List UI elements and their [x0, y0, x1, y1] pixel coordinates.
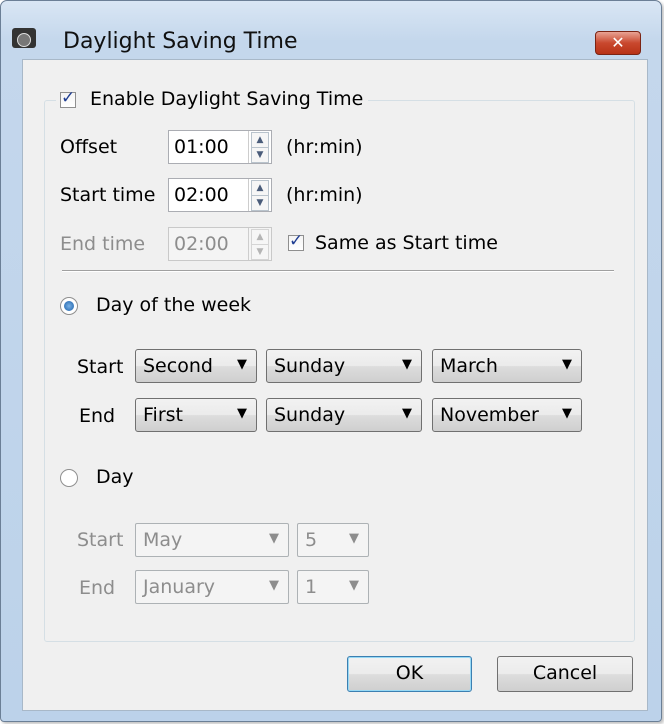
day-start-month-select: May ▼: [135, 523, 289, 557]
day-end-month-select: January ▼: [135, 570, 289, 604]
offset-unit: (hr:min): [286, 136, 363, 158]
separator: [62, 270, 614, 272]
offset-value[interactable]: 01:00: [174, 136, 229, 158]
day-radio[interactable]: [60, 469, 78, 487]
dialog-body: Enable Daylight Saving Time Offset 01:00…: [22, 59, 648, 711]
spin-down-icon: ▼: [251, 244, 269, 260]
start-time-label: Start time: [60, 184, 156, 206]
day-of-week-radio[interactable]: [60, 297, 78, 315]
dropdown-arrow-icon: ▼: [349, 578, 359, 593]
start-time-value[interactable]: 02:00: [174, 184, 229, 206]
dropdown-arrow-icon: ▼: [402, 406, 412, 421]
day-label: Day: [96, 466, 134, 488]
dow-end-day-select[interactable]: Sunday ▼: [266, 398, 422, 432]
day-end-label: End: [79, 577, 116, 599]
ok-button[interactable]: OK: [347, 656, 472, 692]
dow-start-week-select[interactable]: Second ▼: [135, 349, 257, 383]
dow-start-week-value: Second: [143, 355, 213, 377]
dropdown-arrow-icon: ▼: [269, 578, 279, 593]
cancel-button[interactable]: Cancel: [497, 656, 633, 692]
dow-end-month-select[interactable]: November ▼: [432, 398, 582, 432]
same-as-start-label: Same as Start time: [315, 232, 498, 254]
dow-start-month-value: March: [440, 355, 498, 377]
dow-start-label: Start: [77, 356, 124, 378]
dow-end-week-select[interactable]: First ▼: [135, 398, 257, 432]
start-time-unit: (hr:min): [286, 184, 363, 206]
dow-end-month-value: November: [440, 404, 539, 426]
close-button[interactable]: ✕: [595, 31, 641, 55]
dropdown-arrow-icon: ▼: [562, 406, 572, 421]
dow-start-day-select[interactable]: Sunday ▼: [266, 349, 422, 383]
end-time-spinbox: 02:00 ▲ ▼: [168, 227, 272, 261]
spin-down-icon[interactable]: ▼: [251, 147, 269, 163]
dialog-window: Daylight Saving Time ✕ Enable Daylight S…: [0, 0, 662, 722]
dow-end-day-value: Sunday: [274, 404, 346, 426]
offset-label: Offset: [60, 136, 118, 158]
close-icon: ✕: [611, 33, 625, 52]
day-end-day-select: 1 ▼: [297, 570, 369, 604]
dropdown-arrow-icon: ▼: [237, 357, 247, 372]
day-end-day-value: 1: [305, 576, 318, 598]
dropdown-arrow-icon: ▼: [237, 406, 247, 421]
day-start-label: Start: [77, 529, 124, 551]
day-start-month-value: May: [143, 529, 183, 551]
start-time-spinbox[interactable]: 02:00 ▲ ▼: [168, 178, 272, 212]
spin-up-icon[interactable]: ▲: [251, 180, 269, 196]
dow-end-label: End: [79, 405, 116, 427]
title-bar[interactable]: Daylight Saving Time ✕: [1, 1, 661, 55]
enable-dst-label: Enable Daylight Saving Time: [90, 88, 364, 110]
day-end-month-value: January: [143, 576, 216, 598]
dropdown-arrow-icon: ▼: [269, 531, 279, 546]
day-start-day-value: 5: [305, 529, 318, 551]
day-of-week-label: Day of the week: [96, 294, 252, 316]
dropdown-arrow-icon: ▼: [349, 531, 359, 546]
end-time-label: End time: [60, 233, 146, 255]
dow-start-day-value: Sunday: [274, 355, 346, 377]
day-start-day-select: 5 ▼: [297, 523, 369, 557]
same-as-start-checkbox[interactable]: [288, 231, 304, 251]
spin-up-icon: ▲: [251, 229, 269, 245]
enable-dst-checkbox[interactable]: [60, 88, 76, 108]
app-icon: [12, 28, 36, 48]
spin-down-icon[interactable]: ▼: [251, 195, 269, 211]
dow-start-month-select[interactable]: March ▼: [432, 349, 582, 383]
spin-up-icon[interactable]: ▲: [251, 132, 269, 148]
dropdown-arrow-icon: ▼: [402, 357, 412, 372]
dropdown-arrow-icon: ▼: [562, 357, 572, 372]
end-time-value: 02:00: [174, 233, 229, 255]
dow-end-week-value: First: [143, 404, 183, 426]
window-title: Daylight Saving Time: [63, 29, 298, 54]
offset-spinbox[interactable]: 01:00 ▲ ▼: [168, 130, 272, 164]
